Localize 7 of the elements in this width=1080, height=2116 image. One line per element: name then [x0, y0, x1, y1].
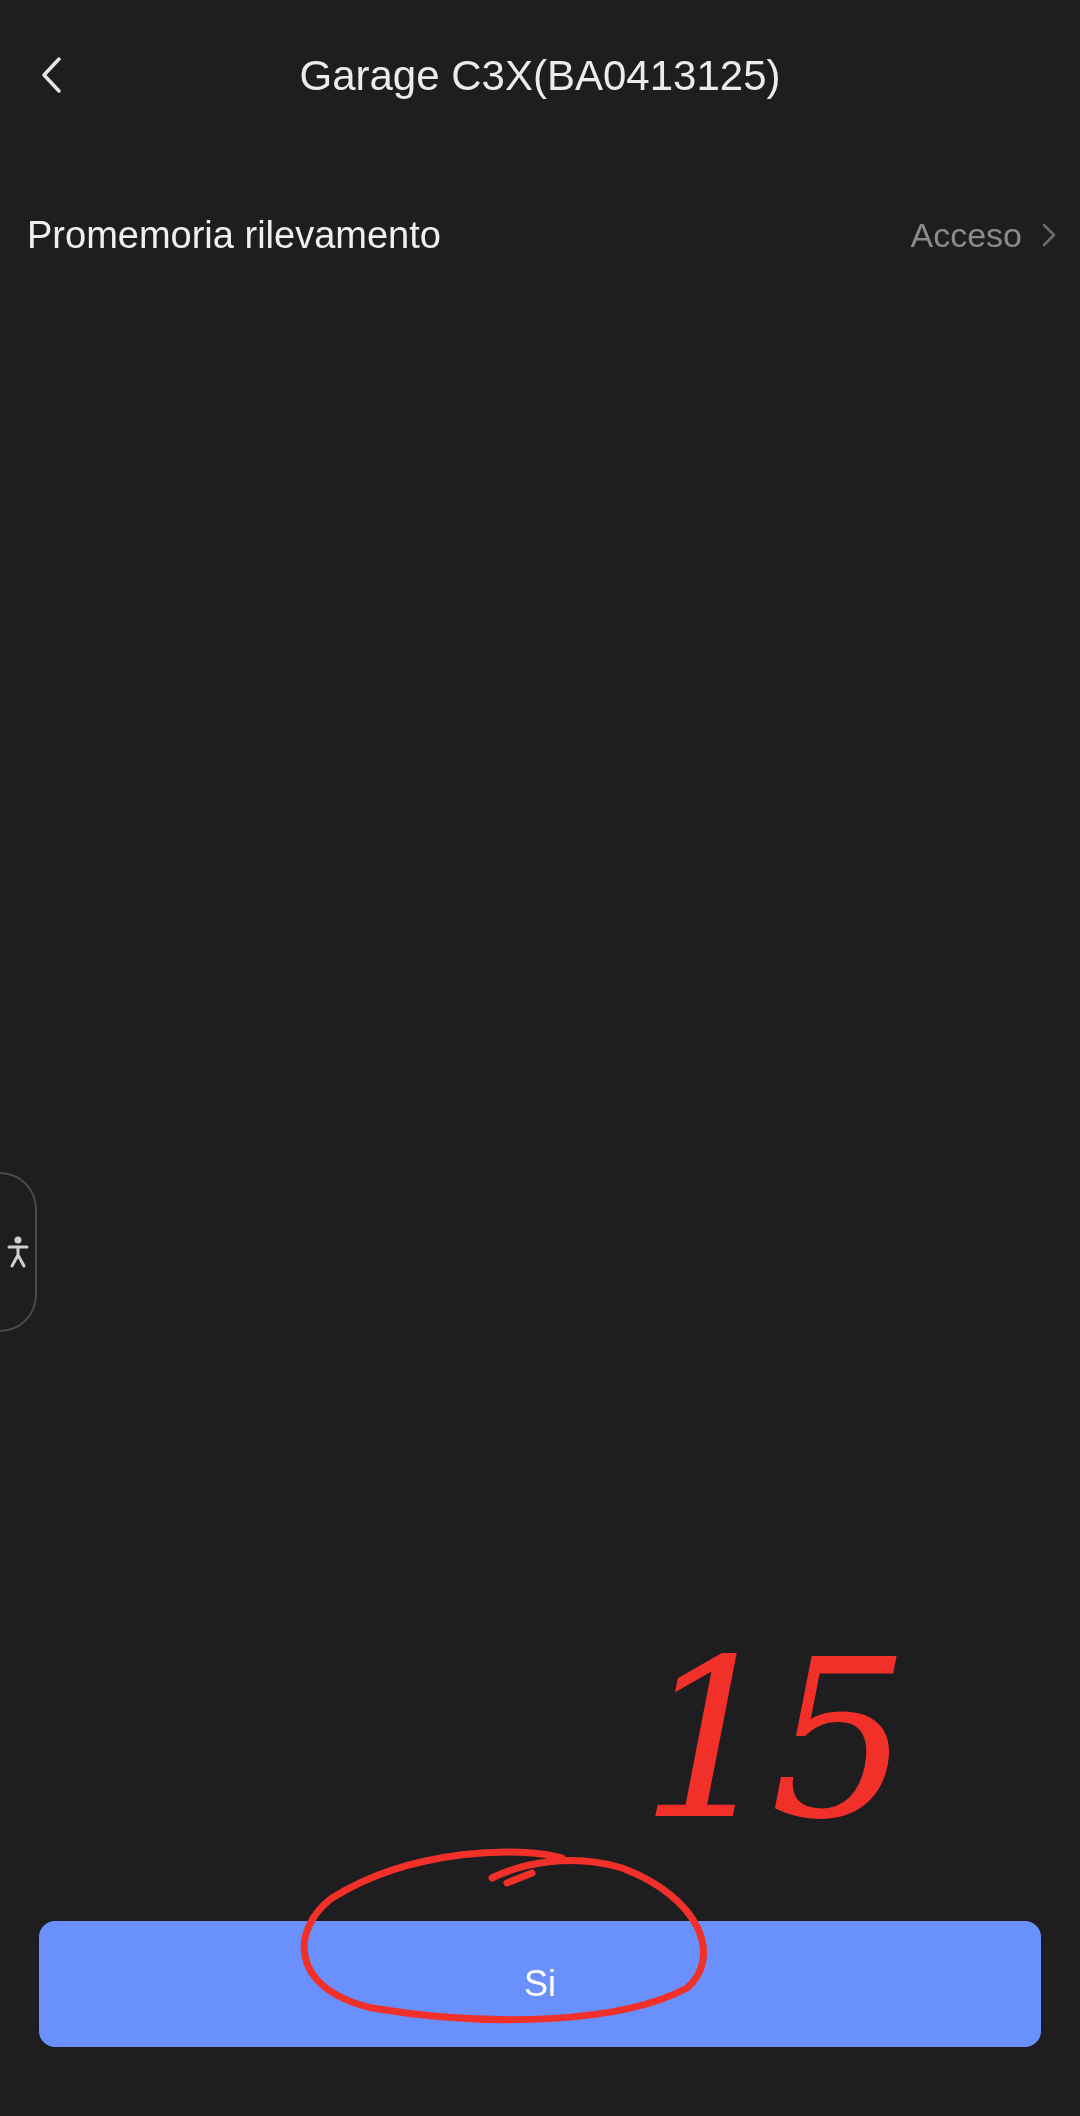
chevron-icon — [1042, 223, 1056, 247]
settings-row[interactable]: Promemoria rilevamento Acceso — [0, 155, 1080, 315]
handwritten-annotation: 15 — [640, 1630, 900, 1850]
back-icon[interactable] — [40, 56, 62, 94]
accessibility-icon — [6, 1235, 29, 1269]
accessibility-tab[interactable] — [0, 1172, 37, 1332]
screen-title: Garage C3X(BA0413125) — [299, 51, 781, 100]
